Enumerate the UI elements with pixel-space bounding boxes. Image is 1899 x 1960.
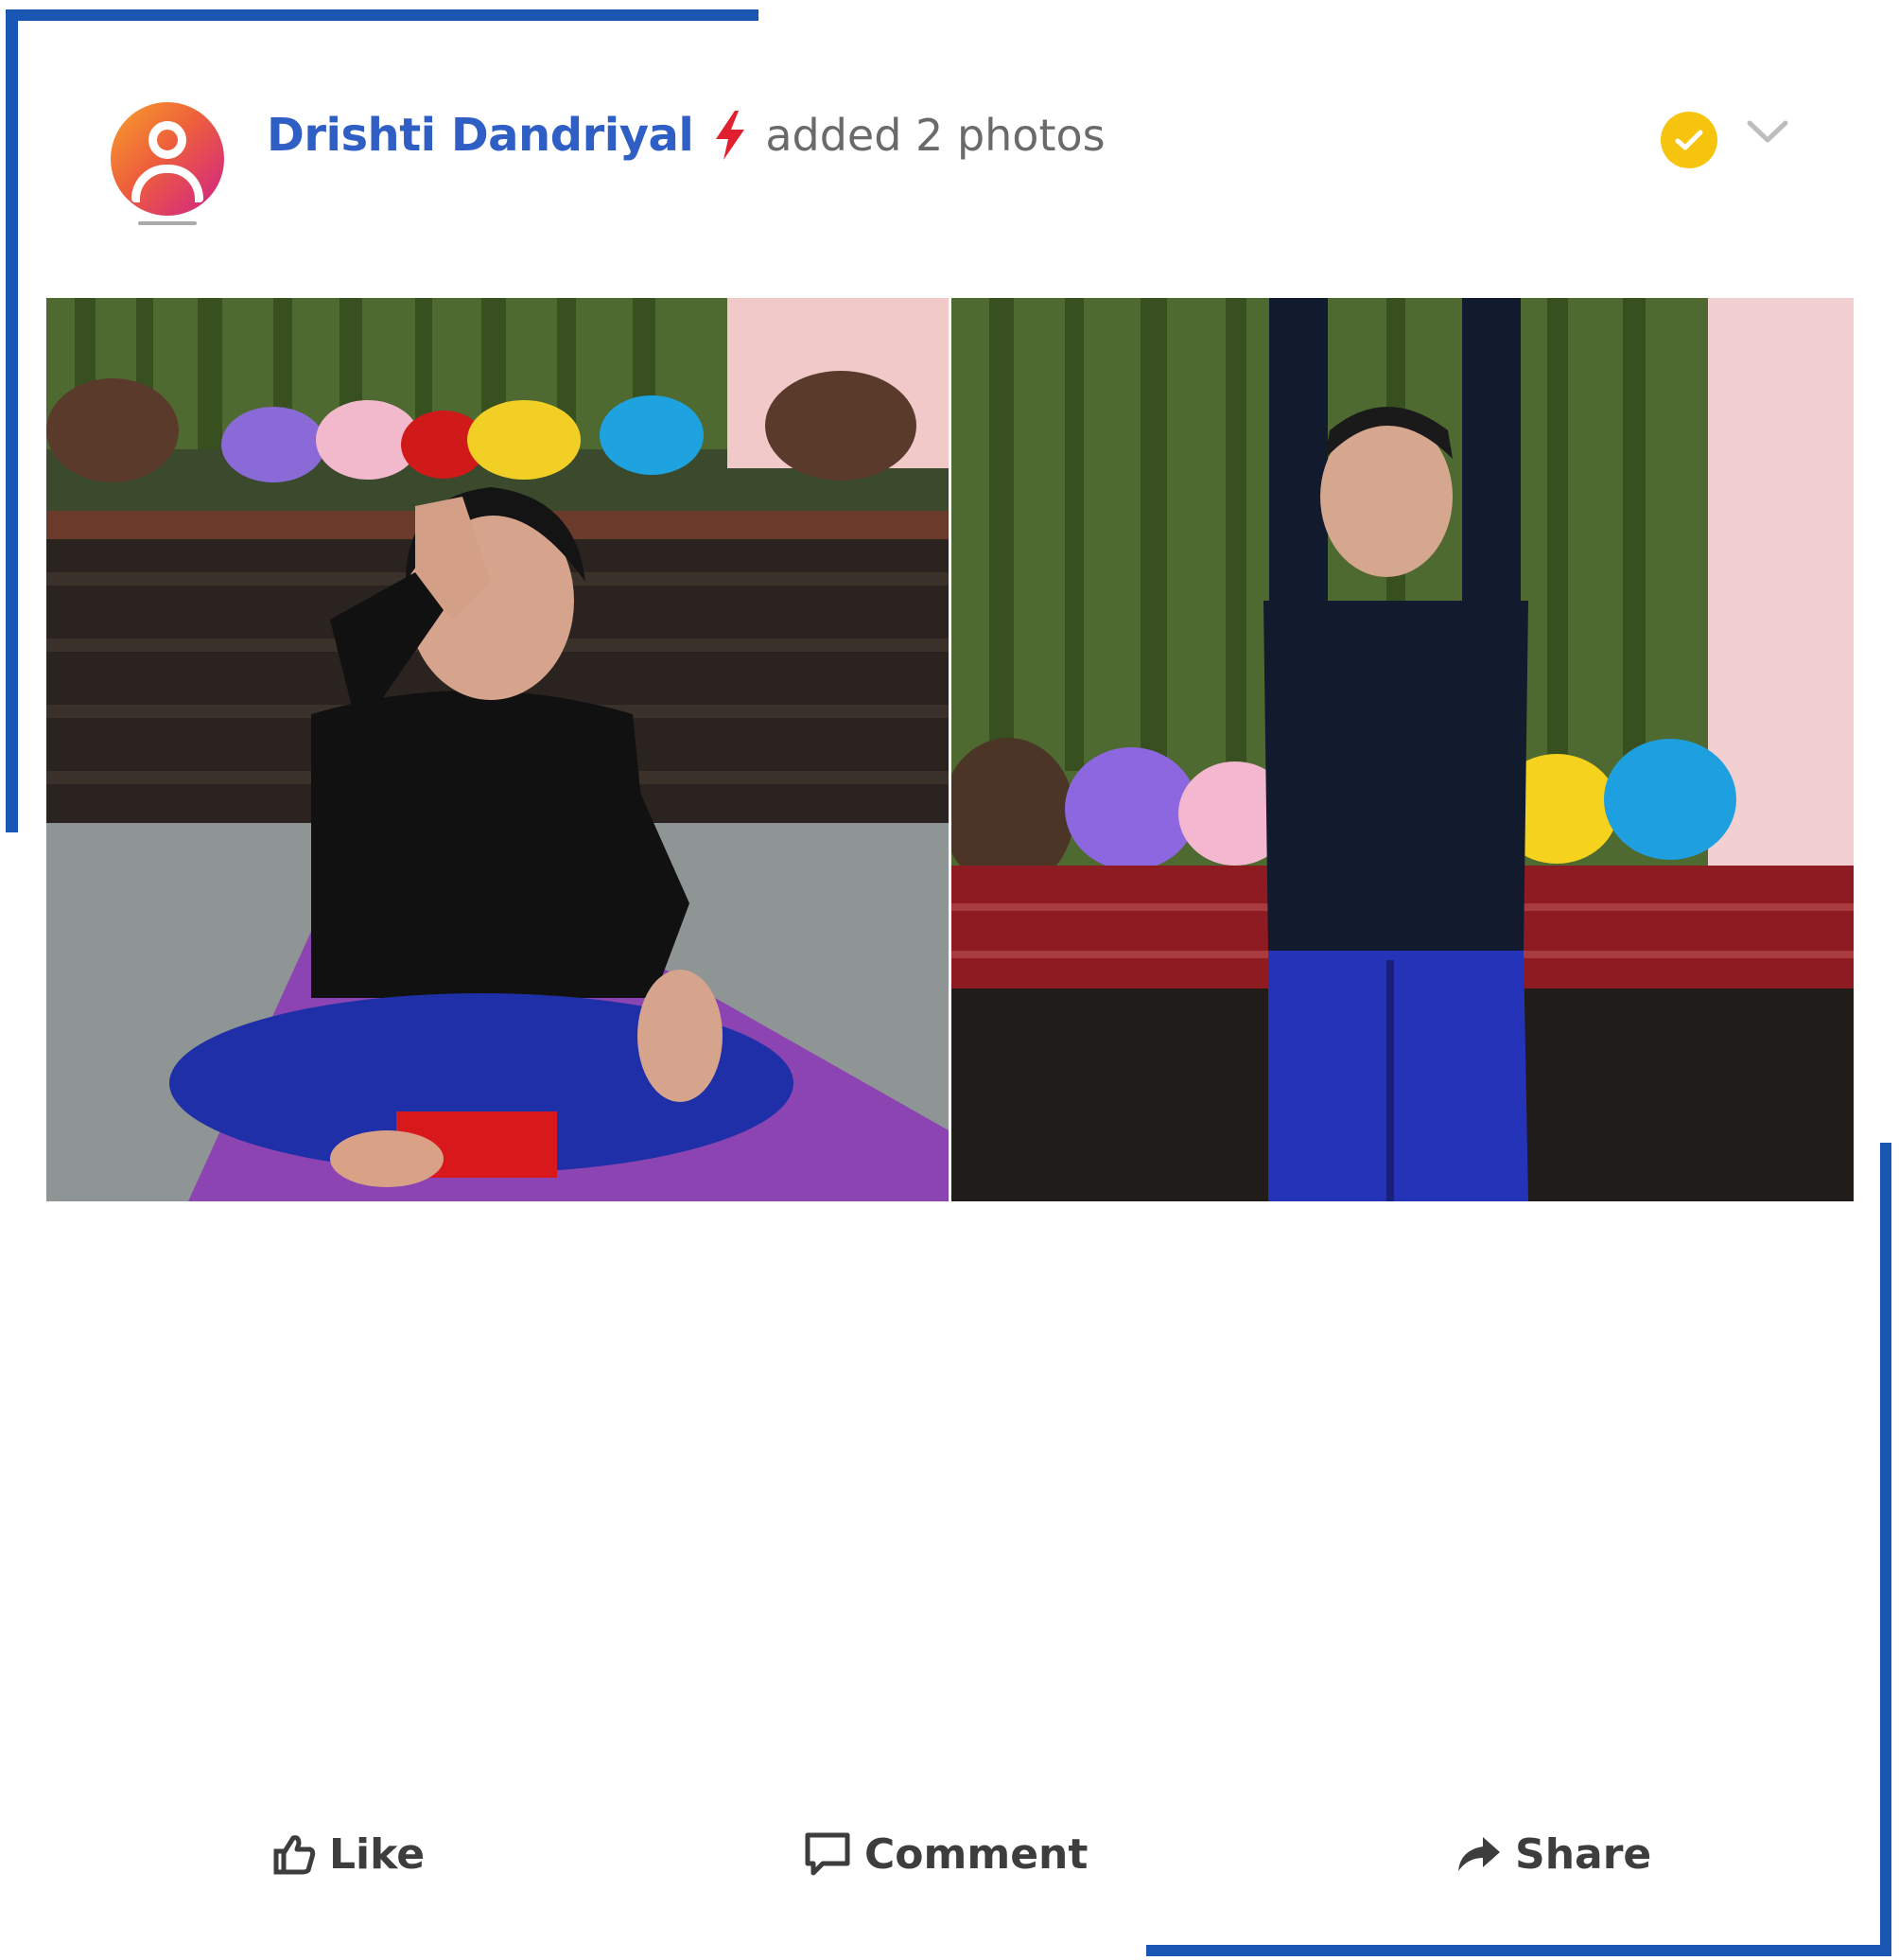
post-headline: Drishti Dandriyal added 2 photos xyxy=(267,102,1106,168)
share-button[interactable]: Share xyxy=(1456,1816,1651,1892)
like-button[interactable]: Like xyxy=(272,1816,425,1892)
photo-seated-yoga-pose xyxy=(46,298,949,1201)
frame-bottom-border xyxy=(1146,1945,1891,1956)
avatar-user-icon-head xyxy=(148,121,186,159)
post-actions-bar: Like Comment Share xyxy=(0,1816,1899,1892)
comment-label: Comment xyxy=(864,1829,1089,1879)
author-name-link[interactable]: Drishti Dandriyal xyxy=(267,109,694,162)
comment-icon xyxy=(805,1832,850,1876)
post-photo-1[interactable] xyxy=(46,298,949,1201)
post-action-text: added 2 photos xyxy=(765,110,1106,161)
chevron-down-icon[interactable] xyxy=(1746,117,1789,146)
avatar-underline xyxy=(138,221,197,225)
avatar[interactable] xyxy=(111,102,224,216)
share-arrow-icon xyxy=(1458,1837,1500,1871)
verified-check-icon xyxy=(1661,112,1717,168)
post-header: Drishti Dandriyal added 2 photos xyxy=(0,0,1899,265)
photo-standing-arms-raised-pose xyxy=(951,298,1854,1201)
like-label: Like xyxy=(329,1829,426,1879)
share-label: Share xyxy=(1515,1829,1652,1879)
thumbs-up-icon xyxy=(273,1835,316,1875)
post-photo-2[interactable] xyxy=(951,298,1854,1201)
comment-button[interactable]: Comment xyxy=(804,1816,1088,1892)
avatar-user-icon-body xyxy=(131,165,203,202)
lightning-bolt-icon xyxy=(712,111,748,160)
